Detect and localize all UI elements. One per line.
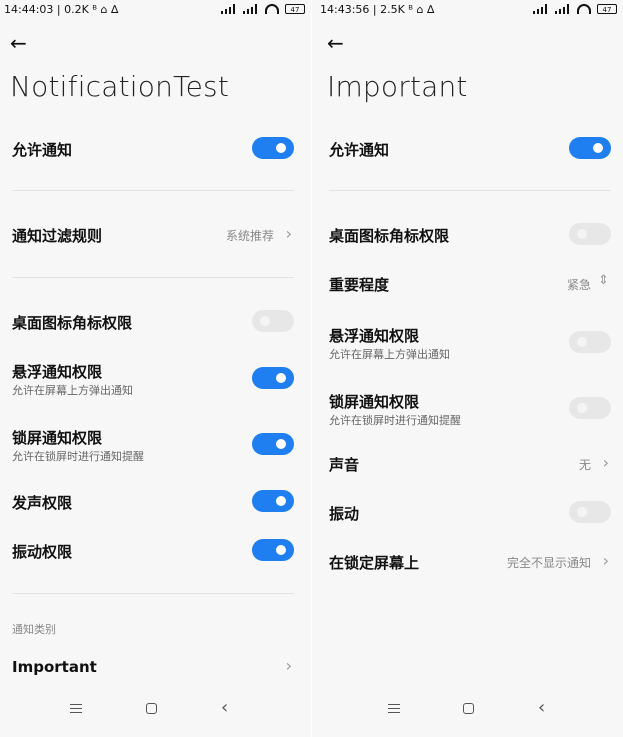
floating-sub: 允许在屏幕上方弹出通知: [329, 348, 450, 361]
status-text: 14:44:03 | 0.2K ᴮ ⌂ ∆: [4, 3, 119, 16]
permission-label: 桌面图标角标权限: [12, 314, 133, 332]
left-screen: 14:44:03 | 0.2K ᴮ ⌂ ∆ 47 ← NotificationT…: [0, 0, 311, 737]
back-arrow-icon[interactable]: ←: [10, 31, 36, 55]
importance-label: 重要程度: [329, 276, 390, 294]
permission-label: 悬浮通知权限: [12, 363, 103, 381]
chevron-right-icon: ›: [602, 453, 609, 472]
allow-notifications-toggle[interactable]: [569, 137, 611, 159]
signal-icon: [555, 4, 571, 14]
lockscreen-permission-toggle[interactable]: [569, 397, 611, 419]
navigation-bar: ‹: [0, 699, 311, 719]
floating-label: 悬浮通知权限: [329, 327, 420, 345]
chevron-right-icon: ›: [285, 224, 292, 243]
signal-icon: [221, 4, 237, 14]
divider: [12, 277, 294, 278]
badge-permission-toggle[interactable]: [569, 223, 611, 245]
status-bar: 14:43:56 | 2.5K ᴮ ⌂ ∆ 47: [312, 0, 623, 20]
lockscreen-label: 锁屏通知权限: [329, 393, 420, 411]
sound-permission-row[interactable]: 发声权限: [12, 482, 294, 522]
battery-icon: 47: [597, 4, 617, 14]
sound-value: 无: [578, 458, 591, 472]
chevron-right-icon: ›: [285, 656, 292, 675]
allow-notifications-label: 允许通知: [329, 141, 390, 159]
category-row-important[interactable]: Important ›: [12, 648, 294, 688]
filter-rule-value: 系统推荐: [225, 229, 274, 243]
section-title: 通知类别: [12, 623, 56, 636]
lockscreen-permission-row[interactable]: 锁屏通知权限 允许在锁屏时进行通知提醒: [329, 388, 611, 428]
battery-icon: 47: [285, 4, 305, 14]
permission-label: 振动权限: [12, 543, 73, 561]
status-text: 14:43:56 | 2.5K ᴮ ⌂ ∆: [320, 3, 435, 16]
badge-permission-row[interactable]: 桌面图标角标权限: [329, 214, 611, 254]
allow-notifications-row[interactable]: 允许通知: [12, 130, 294, 170]
sound-permission-toggle[interactable]: [252, 490, 294, 512]
back-arrow-icon[interactable]: ←: [327, 31, 353, 55]
lockscreen-sub: 允许在锁屏时进行通知提醒: [329, 414, 461, 427]
badge-permission-toggle[interactable]: [252, 310, 294, 332]
floating-permission-row[interactable]: 悬浮通知权限 允许在屏幕上方弹出通知: [12, 358, 294, 398]
filter-rule-row[interactable]: 通知过滤规则 系统推荐 ›: [12, 214, 294, 254]
page-title: Important: [327, 70, 468, 103]
divider: [12, 190, 294, 191]
allow-notifications-label: 允许通知: [12, 141, 73, 159]
badge-label: 桌面图标角标权限: [329, 227, 450, 245]
allow-notifications-row[interactable]: 允许通知: [329, 130, 611, 170]
divider: [12, 593, 294, 594]
vibration-permission-toggle[interactable]: [252, 539, 294, 561]
lockscreen-permission-toggle[interactable]: [252, 433, 294, 455]
vibration-toggle[interactable]: [569, 501, 611, 523]
vibration-label: 振动: [329, 505, 360, 523]
badge-permission-row[interactable]: 桌面图标角标权限: [12, 302, 294, 342]
sound-row[interactable]: 声音 无 ›: [329, 444, 611, 484]
status-bar: 14:44:03 | 0.2K ᴮ ⌂ ∆ 47: [0, 0, 311, 20]
floating-permission-toggle[interactable]: [252, 367, 294, 389]
back-icon[interactable]: ‹: [538, 699, 545, 717]
floating-permission-row[interactable]: 悬浮通知权限 允许在屏幕上方弹出通知: [329, 322, 611, 362]
category-label: Important: [12, 658, 97, 676]
permission-sub: 允许在屏幕上方弹出通知: [12, 384, 133, 397]
home-icon[interactable]: [146, 703, 157, 714]
lock-display-label: 在锁定屏幕上: [329, 554, 420, 572]
importance-value: 紧急: [566, 278, 591, 292]
divider: [329, 190, 611, 191]
allow-notifications-toggle[interactable]: [252, 137, 294, 159]
permission-label: 锁屏通知权限: [12, 429, 103, 447]
permission-label: 发声权限: [12, 494, 73, 512]
filter-rule-label: 通知过滤规则: [12, 227, 103, 245]
chevron-updown-icon: ⇕: [598, 273, 609, 288]
vibration-permission-row[interactable]: 振动权限: [12, 531, 294, 571]
signal-icon: [243, 4, 259, 14]
chevron-right-icon: ›: [602, 551, 609, 570]
lockscreen-permission-row[interactable]: 锁屏通知权限 允许在锁屏时进行通知提醒: [12, 424, 294, 464]
vibration-row[interactable]: 振动: [329, 493, 611, 533]
sound-label: 声音: [329, 456, 360, 474]
page-title: NotificationTest: [10, 70, 229, 103]
menu-icon[interactable]: [70, 704, 82, 713]
permission-sub: 允许在锁屏时进行通知提醒: [12, 450, 144, 463]
lock-display-value: 完全不显示通知: [506, 556, 591, 570]
importance-row[interactable]: 重要程度 紧急 ⇕: [329, 263, 611, 303]
back-icon[interactable]: ‹: [221, 699, 228, 717]
home-icon[interactable]: [463, 703, 474, 714]
right-screen: 14:43:56 | 2.5K ᴮ ⌂ ∆ 47 ← Important 允许通…: [312, 0, 623, 737]
floating-permission-toggle[interactable]: [569, 331, 611, 353]
wifi-icon: [265, 4, 279, 14]
wifi-icon: [577, 4, 591, 14]
signal-icon: [533, 4, 549, 14]
navigation-bar: ‹: [312, 699, 623, 719]
menu-icon[interactable]: [388, 704, 400, 713]
lock-display-row[interactable]: 在锁定屏幕上 完全不显示通知 ›: [329, 542, 611, 582]
